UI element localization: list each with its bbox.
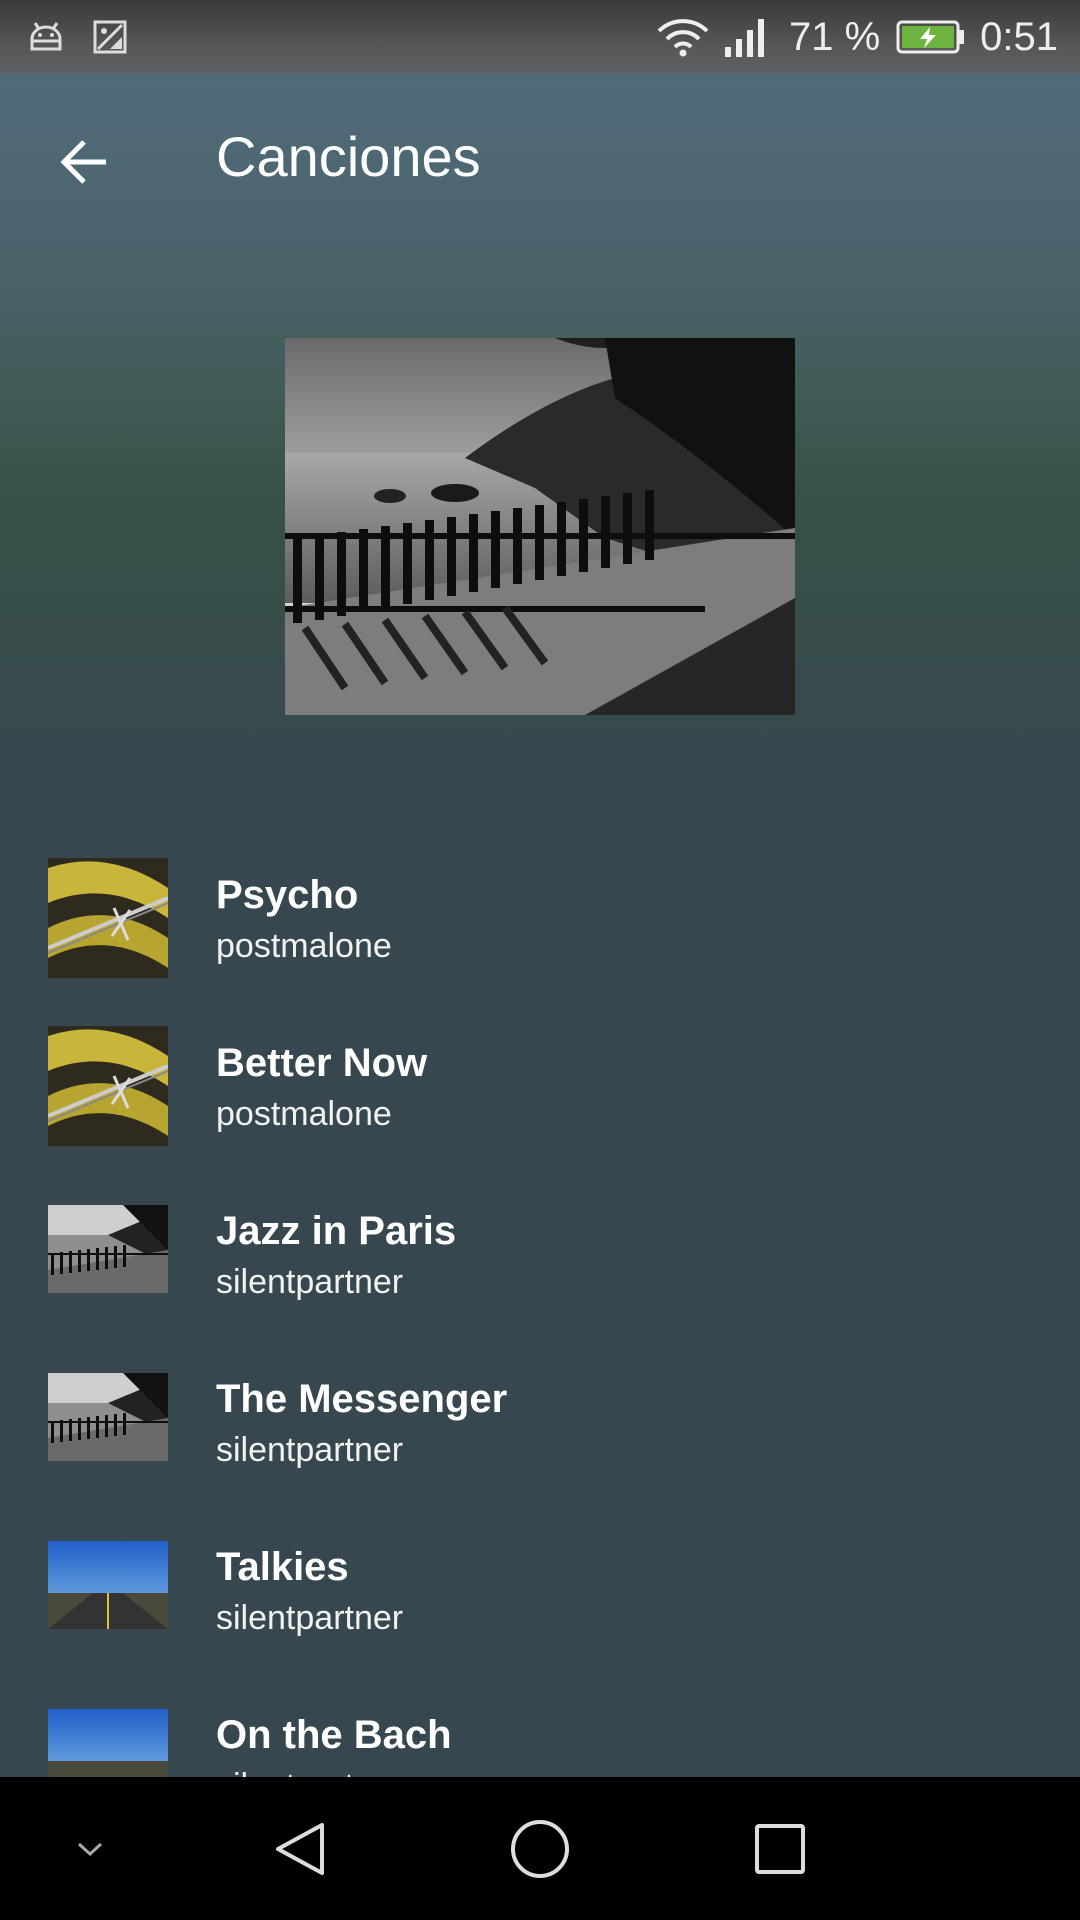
- arrow-back-icon: [60, 140, 106, 184]
- song-item[interactable]: Talkies silentpartner: [0, 1515, 1080, 1683]
- collapse-button[interactable]: [60, 1777, 120, 1920]
- battery-charging-icon: [896, 20, 965, 54]
- song-artist: silentpartner: [216, 1431, 404, 1469]
- song-list: Psycho postmalone Better Now postmalone: [0, 843, 1080, 1778]
- song-title: Talkies: [216, 1545, 349, 1589]
- wifi-icon: [657, 19, 709, 57]
- song-thumbnail: [48, 1541, 168, 1629]
- song-item[interactable]: Psycho postmalone: [0, 843, 1080, 1011]
- back-triangle-icon: [276, 1822, 324, 1875]
- song-title: The Messenger: [216, 1377, 508, 1421]
- song-artist: silentpartner: [216, 1263, 404, 1301]
- song-thumbnail: [48, 1373, 168, 1461]
- nav-back-button[interactable]: [250, 1777, 350, 1920]
- song-item[interactable]: On the Bach silentpartner: [0, 1683, 1080, 1778]
- recents-square-icon: [755, 1823, 805, 1874]
- song-item[interactable]: Better Now postmalone: [0, 1011, 1080, 1179]
- clock: 0:51: [980, 14, 1058, 59]
- page-title: Canciones: [216, 125, 481, 188]
- song-thumbnail: [48, 1709, 168, 1778]
- song-thumbnail: [48, 858, 168, 978]
- image-icon: [93, 20, 127, 54]
- song-title: Jazz in Paris: [216, 1209, 457, 1253]
- song-item[interactable]: Jazz in Paris silentpartner: [0, 1179, 1080, 1347]
- song-artist: silentpartner: [216, 1599, 404, 1637]
- signal-icon: [724, 19, 764, 57]
- navigation-bar: [0, 1777, 1080, 1920]
- app-bar: Canciones: [0, 74, 1080, 246]
- song-artist: postmalone: [216, 1095, 392, 1133]
- back-button[interactable]: [52, 130, 116, 194]
- song-thumbnail: [48, 1205, 168, 1293]
- song-artist: postmalone: [216, 927, 392, 965]
- song-title: Psycho: [216, 873, 359, 917]
- nav-home-button[interactable]: [490, 1777, 590, 1920]
- nav-recents-button[interactable]: [730, 1777, 830, 1920]
- song-item[interactable]: The Messenger silentpartner: [0, 1347, 1080, 1515]
- chevron-down-icon: [77, 1842, 103, 1856]
- song-thumbnail: [48, 1026, 168, 1146]
- song-title: On the Bach: [216, 1713, 452, 1757]
- home-circle-icon: [511, 1819, 569, 1878]
- song-title: Better Now: [216, 1041, 428, 1085]
- android-debug-icon: [30, 22, 62, 51]
- battery-percent: 71 %: [788, 14, 881, 59]
- status-right-icons: 71 % 0:51: [657, 15, 1058, 60]
- status-left-icons: [26, 17, 130, 57]
- album-art: [285, 338, 795, 715]
- status-bar: 71 % 0:51: [0, 0, 1080, 74]
